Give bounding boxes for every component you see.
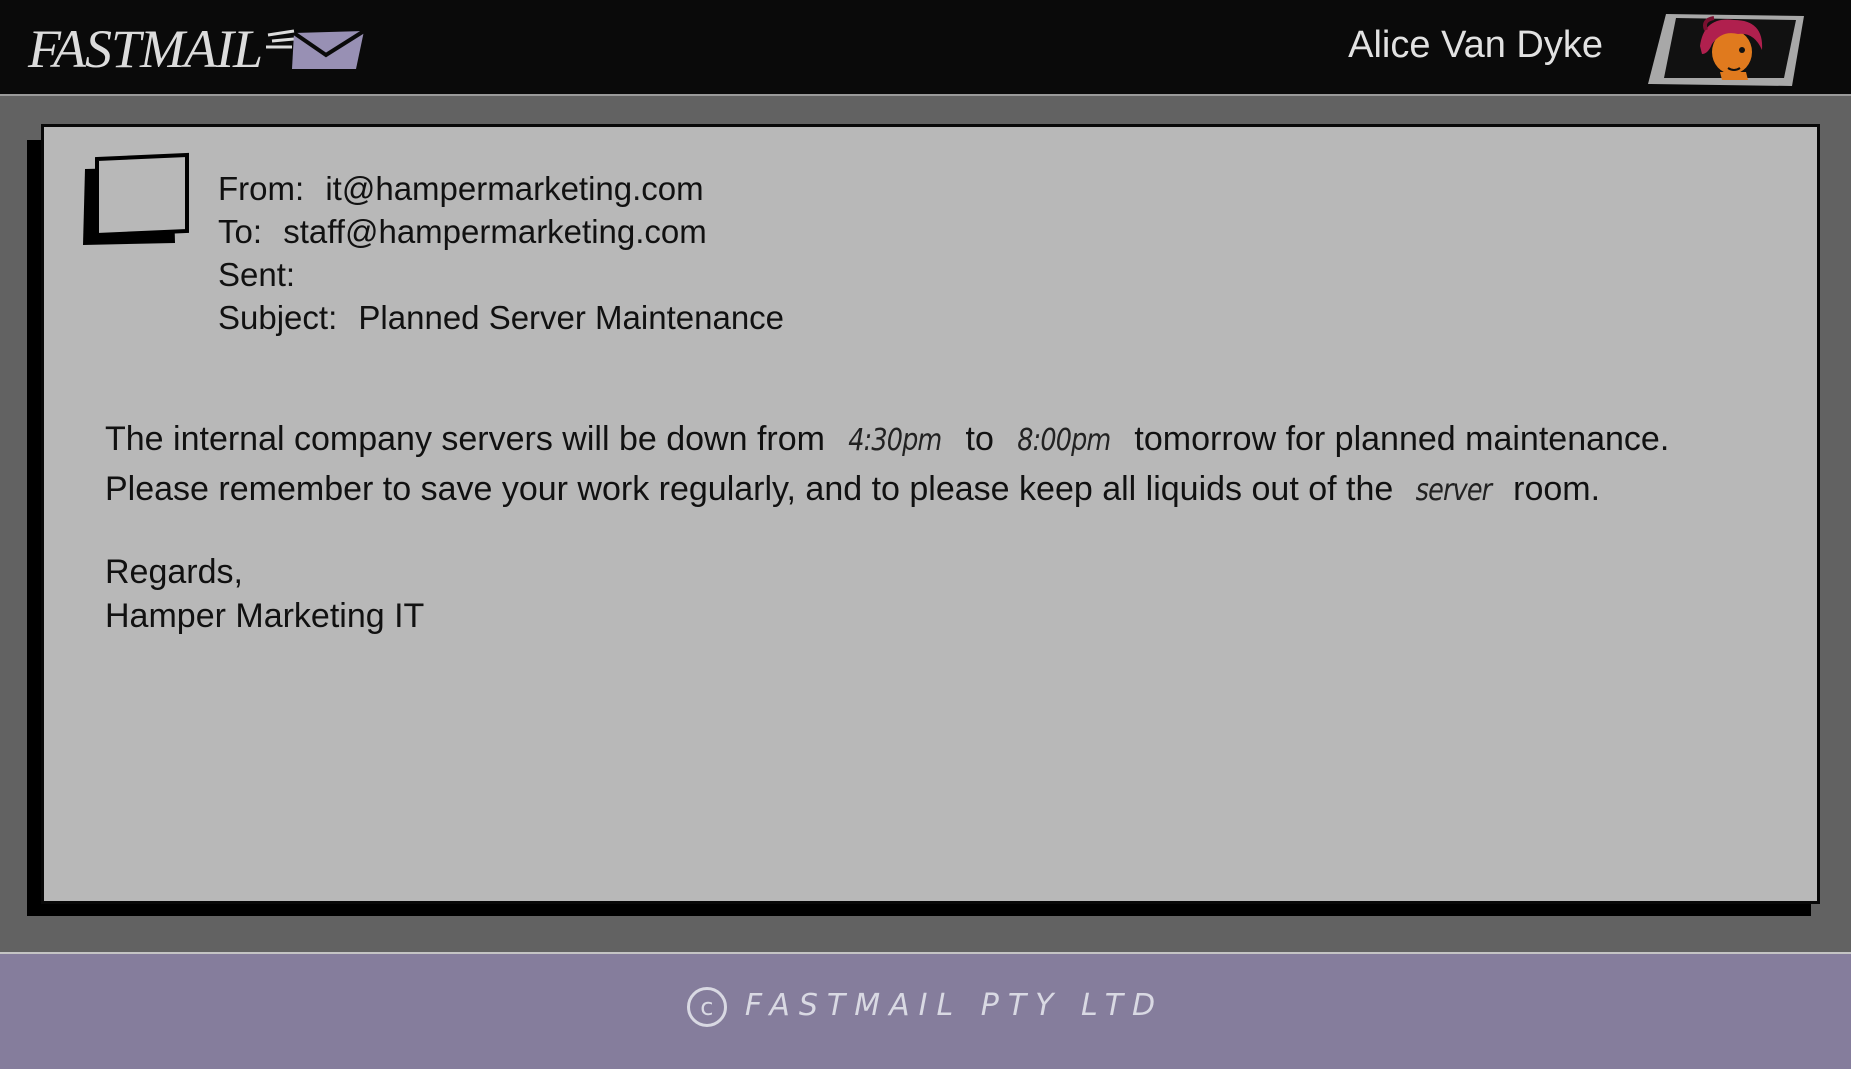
handwritten-word: server (1415, 473, 1492, 508)
top-bar: FASTMAIL Alice Van Dyke (0, 0, 1851, 96)
body-line-1: The internal company servers will be dow… (105, 415, 1669, 465)
avatar[interactable] (1642, 10, 1804, 86)
subject-value: Planned Server Maintenance (358, 299, 785, 336)
body-text-segment: room. (1513, 470, 1601, 508)
to-label: To: (218, 213, 263, 250)
body-text-segment: tomorrow for planned maintenance. (1134, 420, 1670, 458)
copyright-icon: c (686, 986, 727, 1027)
user-name: Alice Van Dyke (1348, 24, 1603, 66)
from-label: From: (218, 170, 305, 207)
email-signoff: Regards, Hamper Marketing IT (105, 550, 424, 638)
to-address[interactable]: staff@hampermarketing.com (283, 213, 707, 250)
sent-row: Sent: (218, 253, 784, 296)
from-row: From: it@hampermarketing.com (218, 167, 784, 210)
subject-label: Subject: (218, 299, 338, 336)
from-address[interactable]: it@hampermarketing.com (325, 170, 703, 207)
subject-row: Subject: Planned Server Maintenance (218, 296, 784, 339)
fastmail-logo[interactable]: FASTMAIL (28, 18, 384, 80)
body-text-segment: Please remember to save your work regula… (105, 470, 1394, 508)
handwritten-end-time: 8:00pm (1017, 423, 1112, 458)
signature-text: Hamper Marketing IT (105, 597, 425, 635)
body-text-segment: The internal company servers will be dow… (105, 420, 825, 458)
envelope-icon (266, 29, 366, 69)
email-body: The internal company servers will be dow… (105, 415, 1669, 515)
sender-picture-placeholder-icon (83, 152, 189, 245)
sent-label: Sent: (218, 256, 296, 293)
to-row: To: staff@hampermarketing.com (218, 210, 784, 253)
logo-text: FASTMAIL (28, 19, 263, 79)
email-headers: From: it@hampermarketing.com To: staff@h… (218, 167, 784, 339)
copyright-notice: c FASTMAIL PTY LTD (0, 982, 1851, 1030)
body-line-2: Please remember to save your work regula… (105, 465, 1669, 515)
handwritten-start-time: 4:30pm (848, 423, 943, 458)
signoff-text: Regards, (105, 553, 243, 591)
body-text-segment: to (965, 420, 994, 458)
email-card: From: it@hampermarketing.com To: staff@h… (41, 124, 1820, 904)
company-name: FASTMAIL PTY LTD (744, 988, 1165, 1023)
footer: c FASTMAIL PTY LTD (0, 952, 1851, 1069)
